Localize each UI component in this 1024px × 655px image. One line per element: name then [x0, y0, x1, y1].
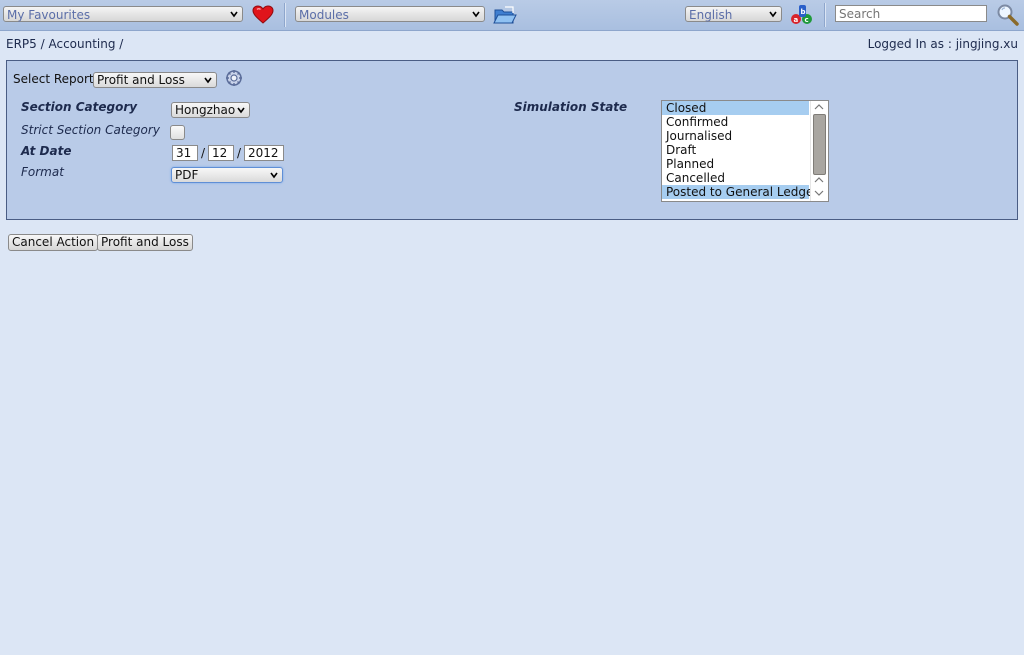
- search-input[interactable]: [835, 5, 987, 22]
- modules-select-label: Modules: [299, 8, 349, 22]
- select-report-label: Select Report: [13, 72, 94, 86]
- format-select[interactable]: PDF: [171, 167, 283, 183]
- cancel-action-button[interactable]: Cancel Action: [8, 234, 99, 251]
- chevron-down-icon: [769, 11, 777, 18]
- chevron-down-icon: [472, 11, 480, 18]
- favourites-select-label: My Favourites: [7, 8, 91, 22]
- breadcrumb: ERP5 / Accounting /: [6, 37, 123, 51]
- language-select-label: English: [689, 8, 733, 22]
- at-date-month-input[interactable]: 12: [208, 145, 234, 161]
- search-icon[interactable]: [996, 3, 1020, 27]
- listbox-option[interactable]: Draft: [662, 143, 809, 157]
- refresh-gear-icon[interactable]: [225, 69, 243, 87]
- scroll-up-arrow-icon[interactable]: [814, 103, 824, 111]
- favourite-heart-icon[interactable]: [252, 5, 274, 24]
- report-dialog-panel: Select Report Profit and Loss Section Ca…: [6, 60, 1018, 220]
- strict-section-category-checkbox[interactable]: [170, 125, 185, 140]
- report-select[interactable]: Profit and Loss: [93, 72, 217, 88]
- breadcrumb-separator: /: [115, 37, 124, 51]
- logged-in-user[interactable]: Logged In as : jingjing.xu: [868, 37, 1018, 51]
- report-select-value: Profit and Loss: [97, 73, 185, 87]
- scrollbar-thumb[interactable]: [813, 114, 826, 175]
- breadcrumb-item-accounting[interactable]: Accounting: [48, 37, 115, 51]
- simulation-state-listbox[interactable]: Closed Confirmed Journalised Draft Plann…: [661, 100, 829, 202]
- listbox-option[interactable]: Planned: [662, 157, 809, 171]
- chevron-down-icon: [204, 77, 212, 84]
- at-date-year-input[interactable]: 2012: [244, 145, 284, 161]
- breadcrumb-item-erp5[interactable]: ERP5: [6, 37, 37, 51]
- toolbar-divider: [824, 3, 826, 27]
- svg-text:a: a: [794, 16, 799, 24]
- breadcrumb-separator: /: [36, 37, 49, 51]
- profit-and-loss-button[interactable]: Profit and Loss: [97, 234, 193, 251]
- at-date-label: At Date: [21, 144, 72, 158]
- scroll-down-arrow-icon[interactable]: [814, 189, 824, 197]
- date-separator: /: [237, 146, 242, 160]
- toolbar-divider: [284, 3, 286, 27]
- format-select-value: PDF: [175, 168, 199, 182]
- listbox-option[interactable]: Journalised: [662, 129, 809, 143]
- folder-open-icon[interactable]: [493, 5, 517, 25]
- strict-section-category-label: Strict Section Category: [21, 123, 160, 137]
- chevron-down-icon: [270, 172, 278, 179]
- listbox-option[interactable]: Posted to General Ledger: [662, 185, 818, 199]
- language-abc-icon[interactable]: a b c: [790, 3, 814, 25]
- svg-text:c: c: [805, 16, 809, 24]
- section-category-label: Section Category: [21, 100, 138, 114]
- chevron-down-icon: [237, 107, 245, 114]
- simulation-state-label: Simulation State: [514, 100, 628, 114]
- section-category-value: Hongzhao: [175, 103, 236, 117]
- scroll-up-arrow-icon[interactable]: [814, 176, 824, 184]
- date-separator: /: [201, 146, 206, 160]
- language-select[interactable]: English: [685, 6, 782, 22]
- format-label: Format: [21, 165, 64, 179]
- listbox-option[interactable]: Closed: [662, 101, 809, 115]
- listbox-option[interactable]: Confirmed: [662, 115, 809, 129]
- listbox-scrollbar[interactable]: [810, 101, 828, 201]
- modules-select[interactable]: Modules: [295, 6, 485, 22]
- at-date-day-input[interactable]: 31: [172, 145, 198, 161]
- favourites-select[interactable]: My Favourites: [3, 6, 243, 22]
- chevron-down-icon: [230, 11, 238, 18]
- top-navigation-bar: My Favourites Modules English a b c: [0, 0, 1024, 31]
- svg-text:b: b: [801, 8, 806, 16]
- listbox-option[interactable]: Cancelled: [662, 171, 809, 185]
- section-category-select[interactable]: Hongzhao: [171, 102, 250, 118]
